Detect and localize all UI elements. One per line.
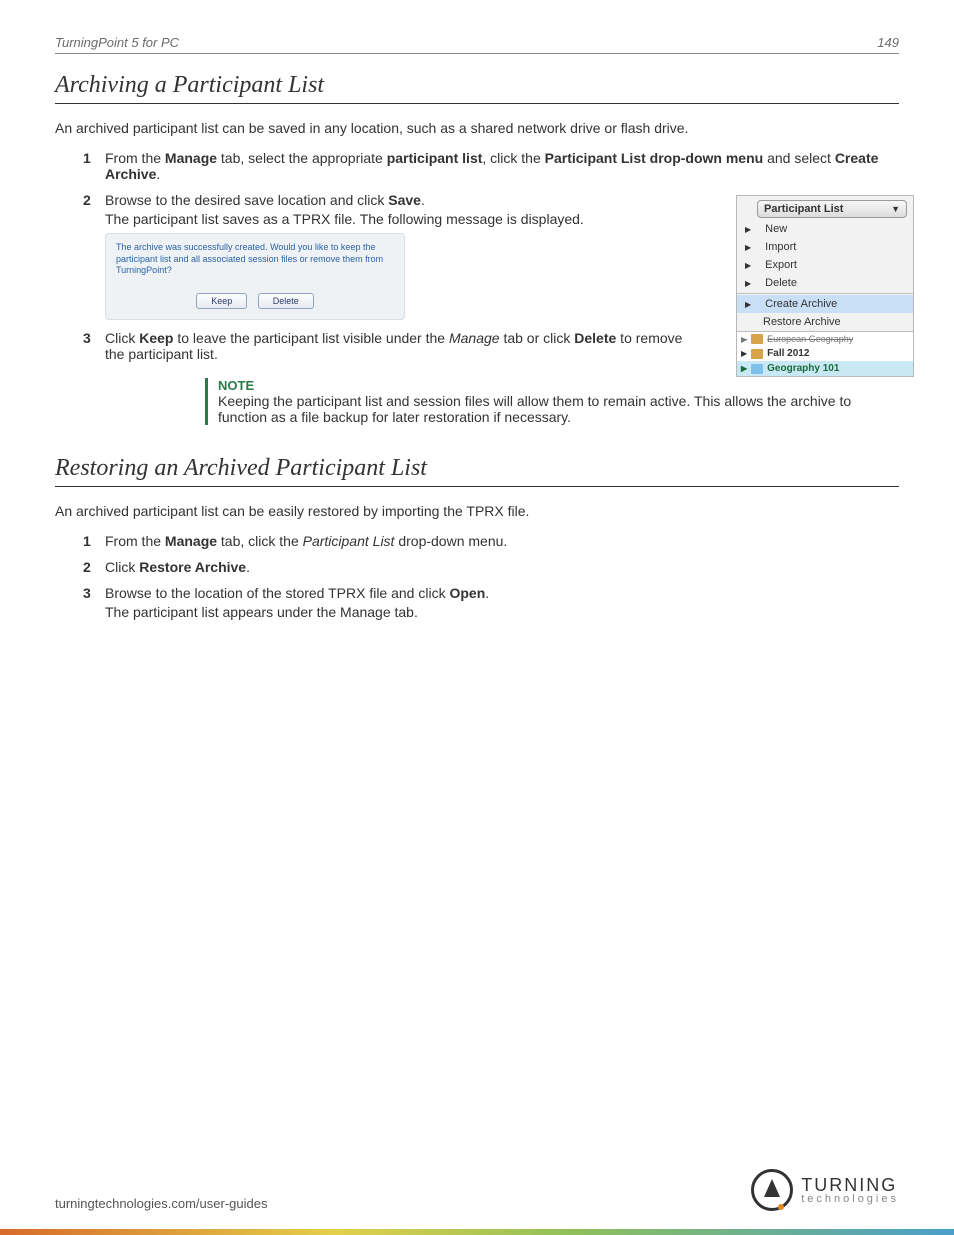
expand-icon: ▶ [745, 300, 751, 309]
step-num: 1 [83, 533, 91, 549]
dropdown-item-create-archive[interactable]: ▶Create Archive [737, 295, 913, 313]
delete-button[interactable]: Delete [258, 293, 314, 309]
page-header: TurningPoint 5 for PC 149 [55, 35, 899, 54]
participant-list-dropdown: Participant List ▼ ▶New ▶Import ▶Export … [736, 195, 914, 377]
step-num: 2 [83, 192, 91, 208]
dropdown-item-delete[interactable]: ▶Delete [737, 274, 913, 292]
note-block: NOTE Keeping the participant list and se… [205, 378, 899, 425]
r-step-3-sub: The participant list appears under the M… [105, 604, 899, 620]
expand-icon: ▶ [745, 225, 751, 234]
dropdown-item-new[interactable]: ▶New [737, 220, 913, 238]
step-num: 3 [83, 330, 91, 346]
section1-intro: An archived participant list can be save… [55, 120, 899, 136]
footer-color-bar [0, 1229, 954, 1235]
step-num: 1 [83, 150, 91, 166]
logo-icon [751, 1169, 793, 1211]
dropdown-item-import[interactable]: ▶Import [737, 238, 913, 256]
chevron-down-icon: ▼ [891, 204, 900, 214]
logo-text-big: TURNING [801, 1176, 899, 1194]
page-footer: turningtechnologies.com/user-guides TURN… [55, 1169, 899, 1211]
note-label: NOTE [218, 378, 899, 393]
list-icon [751, 364, 763, 374]
folder-icon [751, 349, 763, 359]
tree-row-fall2012[interactable]: ▶Fall 2012 [737, 346, 913, 361]
expand-icon: ▶ [745, 279, 751, 288]
note-text: Keeping the participant list and session… [218, 393, 899, 425]
archive-dialog: The archive was successfully created. Wo… [105, 233, 405, 320]
section-archiving-title: Archiving a Participant List [55, 72, 899, 104]
dropdown-header-label: Participant List [764, 203, 843, 215]
tree-row-geography101[interactable]: ▶Geography 101 [737, 361, 913, 376]
footer-url: turningtechnologies.com/user-guides [55, 1196, 267, 1211]
logo-text-small: technologies [801, 1194, 899, 1205]
doc-title: TurningPoint 5 for PC [55, 35, 179, 50]
dropdown-item-export[interactable]: ▶Export [737, 256, 913, 274]
r-step-1: 1 From the Manage tab, click the Partici… [83, 533, 899, 549]
step-num: 2 [83, 559, 91, 575]
r-step-3: 3 Browse to the location of the stored T… [83, 585, 899, 620]
folder-icon [751, 334, 763, 344]
r-step-2: 2 Click Restore Archive. [83, 559, 899, 575]
expand-icon: ▶ [745, 243, 751, 252]
section-restoring-title: Restoring an Archived Participant List [55, 455, 899, 487]
page-number: 149 [877, 35, 899, 50]
dialog-message: The archive was successfully created. Wo… [116, 242, 394, 277]
section2-steps: 1 From the Manage tab, click the Partici… [55, 533, 899, 620]
participant-tree: ▶European Geography ▶Fall 2012 ▶Geograph… [737, 331, 913, 376]
section2-intro: An archived participant list can be easi… [55, 503, 899, 519]
dropdown-header-button[interactable]: Participant List ▼ [757, 200, 907, 218]
step-1: 1 From the Manage tab, select the approp… [83, 150, 899, 182]
tree-row-struck: ▶European Geography [737, 332, 913, 346]
keep-button[interactable]: Keep [196, 293, 247, 309]
turning-logo: TURNING technologies [751, 1169, 899, 1211]
dropdown-item-restore-archive[interactable]: Restore Archive [737, 313, 913, 331]
expand-icon: ▶ [745, 261, 751, 270]
step-num: 3 [83, 585, 91, 601]
